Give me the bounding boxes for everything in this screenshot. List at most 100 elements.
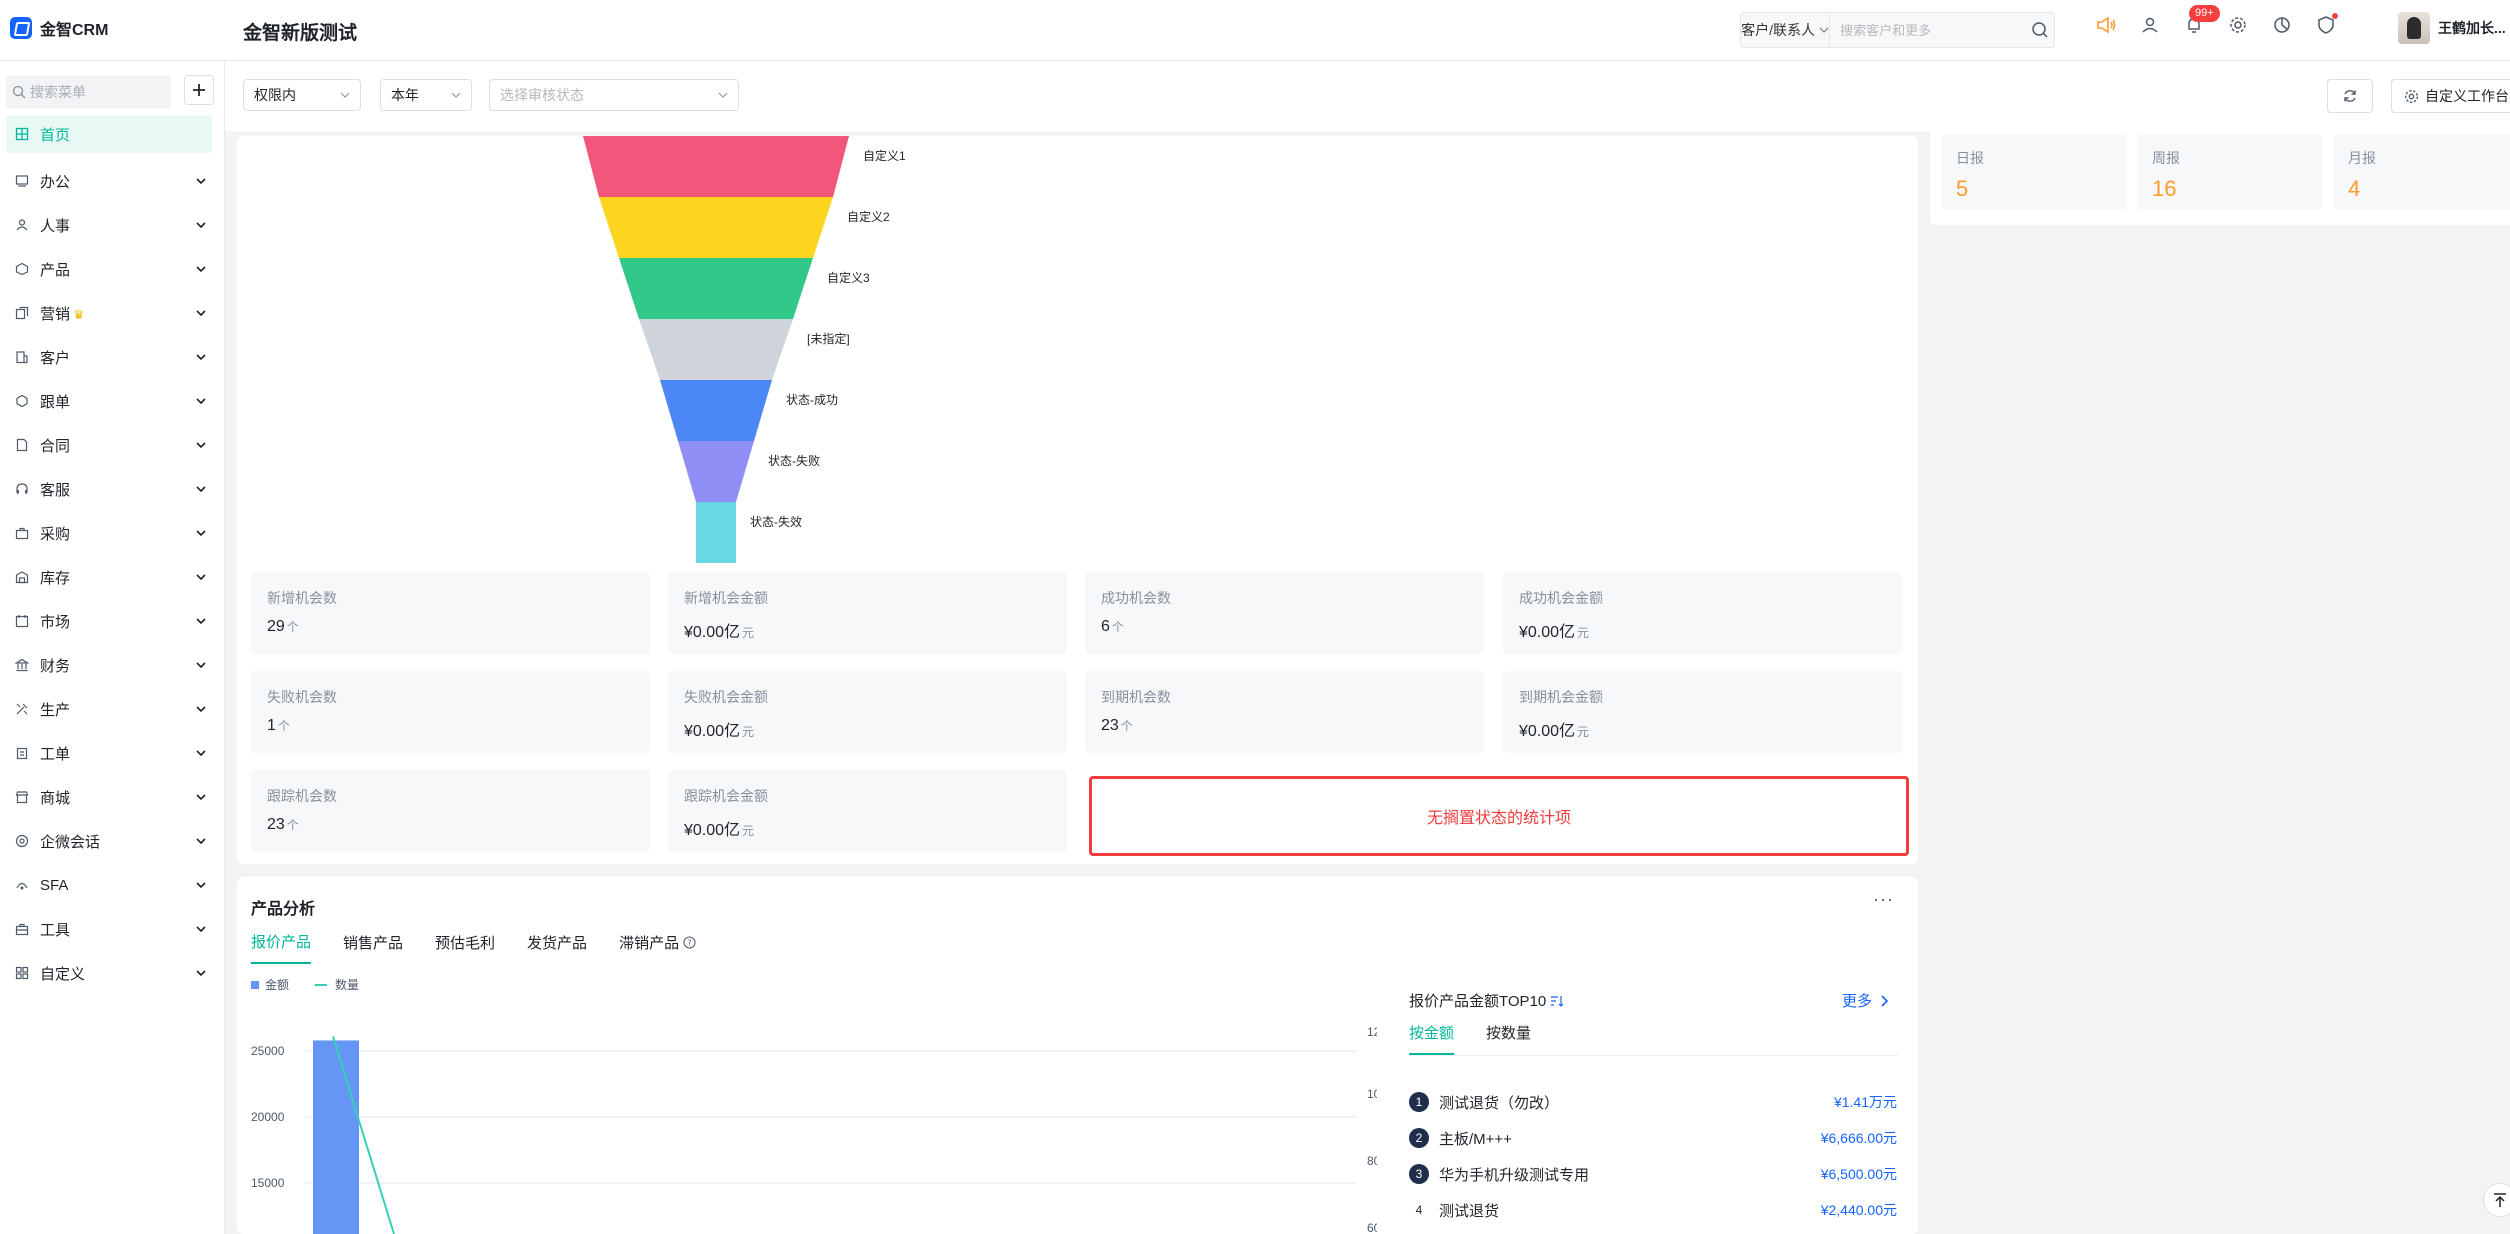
report-value: 16 <box>2152 176 2177 201</box>
tab-slow-products[interactable]: 滞销产品 ? <box>619 931 696 964</box>
refresh-button[interactable] <box>2327 79 2373 113</box>
more-link[interactable]: 更多 <box>1842 990 1890 1011</box>
chevron-down-icon <box>718 92 728 98</box>
crown-icon: ♛ <box>73 306 85 322</box>
dashboard-icon[interactable] <box>2271 14 2293 36</box>
tab-sold-products[interactable]: 销售产品 <box>343 931 403 964</box>
funnel-segment[interactable] <box>696 502 736 563</box>
sidebar-item-marketing[interactable]: 营销 ♛ <box>0 291 224 335</box>
store-icon <box>14 789 30 805</box>
funnel-segment[interactable] <box>599 197 833 258</box>
sidebar-item-label: 人事 <box>40 217 71 235</box>
sort-icon[interactable] <box>1550 995 1564 1007</box>
rank-product-name: 测试退货 <box>1439 1202 1500 1220</box>
stat-success-count: 成功机会数 6个 <box>1085 572 1484 654</box>
tab-quoted-products[interactable]: 报价产品 <box>251 931 312 964</box>
subtab-by-quantity[interactable]: 按数量 <box>1486 1022 1531 1055</box>
settings-icon[interactable] <box>2227 14 2249 36</box>
bar-amount[interactable] <box>313 1040 359 1234</box>
sidebar-item-wecom[interactable]: 企微会话 <box>0 819 224 863</box>
document-icon <box>14 437 30 453</box>
sidebar-item-sfa[interactable]: SFA <box>0 863 224 907</box>
customize-workspace-button[interactable]: 自定义工作台 <box>2391 79 2510 113</box>
stat-value: ¥0.00亿元 <box>684 624 755 641</box>
legend-swatch-amount <box>251 981 259 989</box>
legend-label[interactable]: 数量 <box>335 977 359 992</box>
announcement-icon[interactable] <box>2095 14 2117 36</box>
ranking-row[interactable]: 3 华为手机升级测试专用 ¥6,500.00元 <box>1409 1162 1897 1186</box>
search-input[interactable] <box>1830 13 2027 47</box>
report-monthly[interactable]: 月报 4 <box>2334 134 2510 210</box>
sidebar-item-finance[interactable]: 财务 <box>0 643 224 687</box>
tab-estimated-margin[interactable]: 预估毛利 <box>435 931 495 964</box>
funnel-segment[interactable] <box>583 136 849 197</box>
back-to-top-button[interactable] <box>2483 1183 2510 1217</box>
audit-status-select[interactable]: 选择审核状态 <box>489 79 739 111</box>
app-name: 金智CRM <box>40 22 109 39</box>
sidebar-item-mall[interactable]: 商城 <box>0 775 224 819</box>
sidebar-item-label: 客服 <box>40 481 71 499</box>
stat-label: 到期机会数 <box>1101 689 1171 705</box>
legend-label[interactable]: 金额 <box>265 977 289 992</box>
sidebar-item-service[interactable]: 客服 <box>0 467 224 511</box>
add-menu-button[interactable] <box>184 75 214 105</box>
chevron-down-icon <box>196 618 206 625</box>
stat-value: ¥0.00亿元 <box>1519 723 1590 740</box>
tab-shipped-products[interactable]: 发货产品 <box>527 931 587 964</box>
stat-new-amount: 新增机会金额 ¥0.00亿元 <box>668 572 1067 654</box>
chevron-down-icon <box>196 838 206 845</box>
chevron-down-icon <box>196 882 206 889</box>
sidebar-item-customer[interactable]: 客户 <box>0 335 224 379</box>
stat-label: 到期机会金额 <box>1519 689 1603 705</box>
funnel-segment[interactable] <box>678 441 754 502</box>
refresh-icon <box>2344 90 2356 102</box>
stat-label: 新增机会数 <box>267 590 337 606</box>
period-select[interactable]: 本年 <box>380 79 472 111</box>
ranking-row[interactable]: 4 测试退货 ¥2,440.00元 <box>1409 1198 1897 1222</box>
app-logo[interactable]: 金智CRM <box>10 16 108 40</box>
people-icon <box>14 217 30 233</box>
funnel-segment[interactable] <box>660 380 772 441</box>
sidebar-item-hr[interactable]: 人事 <box>0 203 224 247</box>
sidebar-item-tools[interactable]: 工具 <box>0 907 224 951</box>
help-icon[interactable]: ? <box>683 936 696 949</box>
chevron-down-icon <box>196 442 206 449</box>
funnel-stage-label: 自定义1 <box>863 148 906 163</box>
shield-icon[interactable] <box>2315 13 2338 36</box>
report-weekly[interactable]: 周报 16 <box>2138 134 2322 210</box>
page-title: 金智新版测试 <box>243 23 358 44</box>
sidebar-item-label: 跟单 <box>40 393 71 411</box>
sidebar-item-custom[interactable]: 自定义 <box>0 951 224 995</box>
funnel-segment[interactable] <box>639 319 793 380</box>
contacts-icon[interactable] <box>2139 14 2161 36</box>
ranking-row[interactable]: 2 主板/M+++ ¥6,666.00元 <box>1409 1126 1897 1150</box>
sidebar-item-label: 营销 ♛ <box>40 305 85 323</box>
sidebar-item-inventory[interactable]: 库存 <box>0 555 224 599</box>
subtab-by-amount[interactable]: 按金额 <box>1409 1022 1455 1055</box>
sidebar-item-production[interactable]: 生产 <box>0 687 224 731</box>
rank-product-name: 华为手机升级测试专用 <box>1439 1166 1590 1184</box>
sidebar-item-office[interactable]: 办公 <box>0 159 224 203</box>
sidebar-item-label: 产品 <box>40 261 71 279</box>
funnel-segment[interactable] <box>619 258 813 319</box>
search-button[interactable] <box>2026 13 2054 47</box>
sidebar-item-market[interactable]: 市场 <box>0 599 224 643</box>
home-icon <box>14 126 30 142</box>
sidebar-item-home[interactable]: 首页 <box>6 115 212 153</box>
search-type-select[interactable]: 客户/联系人 <box>1741 13 1831 47</box>
sidebar-item-label: 首页 <box>40 126 71 144</box>
sidebar-item-purchase[interactable]: 采购 <box>0 511 224 555</box>
scope-select[interactable]: 权限内 <box>243 79 361 111</box>
more-options-icon[interactable]: ··· <box>1873 889 1894 910</box>
search-icon <box>2032 22 2048 38</box>
sidebar-item-followup[interactable]: 跟单 <box>0 379 224 423</box>
sidebar-item-product[interactable]: 产品 <box>0 247 224 291</box>
user-menu[interactable]: 王鹤加长... <box>2398 12 2506 44</box>
ranking-row[interactable]: 1 测试退货（勿改） ¥1.41万元 <box>1409 1090 1897 1114</box>
notification-bell[interactable]: 99+ <box>2183 5 2220 36</box>
menu-search-input[interactable] <box>30 84 160 100</box>
report-daily[interactable]: 日报 5 <box>1942 134 2126 210</box>
sidebar-item-workorder[interactable]: 工单 <box>0 731 224 775</box>
sidebar-item-contract[interactable]: 合同 <box>0 423 224 467</box>
rank-product-name: 主板/M+++ <box>1439 1130 1512 1148</box>
